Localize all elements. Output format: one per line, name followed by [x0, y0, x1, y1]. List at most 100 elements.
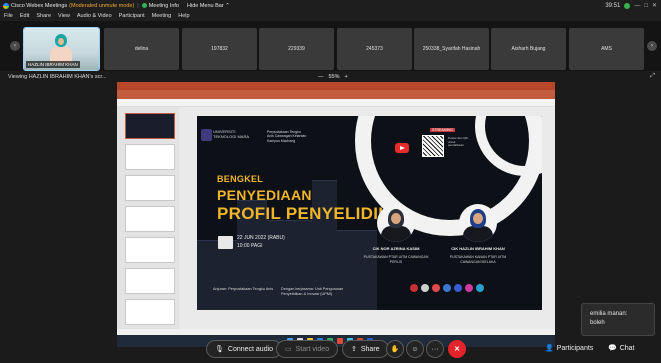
participant-tile[interactable]: 250338_Syarifah Hasinah — [414, 28, 489, 70]
hide-menu-label: Hide Menu Bar ⌃ — [187, 2, 230, 9]
participant-video — [50, 34, 72, 64]
slide-poster: UNIVERSITI TEKNOLOGI MARA Perpustakaan T… — [197, 116, 542, 310]
menu-meeting[interactable]: Meeting — [152, 13, 172, 19]
menu-bar: File Edit Share View Audio & Video Parti… — [0, 11, 661, 21]
slide-thumbnail — [125, 206, 175, 232]
participant-tile[interactable]: 197832 — [182, 28, 257, 70]
uitm-crest-icon — [201, 129, 212, 141]
chevron-right-icon: › — [651, 43, 653, 49]
hide-menu-bar-button[interactable]: Hide Menu Bar ⌃ — [187, 3, 230, 9]
slide-thumbnails — [117, 107, 179, 329]
participant-name: 229339 — [288, 46, 305, 52]
powerpoint-toolbar — [117, 99, 555, 107]
slide-thumbnail — [125, 144, 175, 170]
chat-label: Chat — [619, 344, 635, 352]
app-title: Cisco Webex Meetings (Moderated unmute m… — [0, 2, 135, 9]
participant-name: 245373 — [366, 46, 383, 52]
leave-meeting-button[interactable]: ✕ — [448, 340, 466, 358]
slide-bengkel: BENGKEL — [217, 174, 264, 184]
shared-screen: UNIVERSITI TEKNOLOGI MARA Perpustakaan T… — [117, 82, 555, 347]
participant-strip: ‹ HAZLIN IBRAHIM KHAN delina 197832 2293… — [0, 21, 661, 71]
meeting-info-button[interactable]: Meeting Info — [141, 2, 179, 9]
connect-audio-button[interactable]: 🎙 Connect audio — [206, 340, 283, 358]
participant-tile[interactable]: 245373 — [337, 28, 412, 70]
mic-icon: 🎙 — [215, 346, 224, 353]
share-button[interactable]: ⇪ Share — [342, 340, 389, 358]
partner-logos — [410, 284, 484, 292]
menu-edit[interactable]: Edit — [20, 13, 29, 19]
speaker2-photo — [459, 204, 497, 242]
zoom-level[interactable]: 55% — [329, 74, 340, 80]
participant-tile-hazlin[interactable]: HAZLIN IBRAHIM KHAN — [23, 27, 100, 71]
title-bar: Cisco Webex Meetings (Moderated unmute m… — [0, 0, 661, 11]
participant-name: delina — [134, 46, 149, 52]
moderated-mode-label: (Moderated unmute mode) — [69, 2, 135, 9]
calendar-icon — [218, 236, 233, 249]
title-separator: | — [137, 2, 139, 9]
start-video-label: Start video — [295, 345, 330, 353]
share-label: Share — [360, 345, 380, 353]
speaker1-name: CIK NOR AZRINA KASIM — [372, 246, 420, 251]
strip-next-button[interactable]: › — [647, 41, 657, 51]
participants-label: Participants — [556, 344, 594, 352]
close-button[interactable]: ✕ — [652, 2, 657, 9]
powerpoint-title-bar — [117, 82, 555, 90]
slide-time: 10:00 PAGI — [237, 242, 263, 249]
speaker1-photo — [377, 204, 415, 242]
reactions-button[interactable]: ☺ — [406, 340, 424, 358]
participant-name: AMS — [601, 46, 612, 52]
menu-file[interactable]: File — [4, 13, 13, 19]
viewing-bar: Viewing HAZLIN IBRAHIM KHAN's scr... — 5… — [0, 71, 661, 82]
zoom-control: — 55% + — [318, 74, 348, 80]
slide-library: Perpustakaan Tengku Anis Cawangan Kelant… — [267, 130, 307, 143]
participant-tile[interactable]: AMS — [569, 28, 644, 70]
chat-button[interactable]: 💬 Chat — [608, 344, 635, 353]
speaker2-name: CIK HAZLIN IBRAHIM KHAN — [451, 246, 505, 251]
app-name: Cisco Webex Meetings — [11, 2, 68, 9]
streaming-badge: STREAMING — [430, 128, 455, 132]
slide-thumbnail — [125, 113, 175, 139]
qr-code — [422, 135, 444, 157]
viewing-label[interactable]: Viewing HAZLIN IBRAHIM KHAN's scr... — [0, 74, 106, 80]
minimize-button[interactable]: — — [634, 3, 640, 9]
participant-tile[interactable]: delina — [104, 28, 179, 70]
chat-message: boleh — [590, 320, 605, 326]
fullscreen-icon[interactable]: ⤢ — [650, 73, 655, 80]
maximize-button[interactable]: □ — [644, 3, 648, 9]
slide-datetime: 22 JUN 2022 (RABU) 10:00 PAGI — [237, 235, 285, 250]
chat-notification[interactable]: emilia manan: boleh — [581, 303, 655, 336]
strip-prev-button[interactable]: ‹ — [10, 41, 20, 51]
zoom-out-button[interactable]: — — [318, 74, 324, 80]
participant-tile[interactable]: 229339 — [259, 28, 334, 70]
chat-sender: emilia manan: — [590, 311, 628, 317]
more-options-button[interactable]: ··· — [426, 340, 444, 358]
slide-anjuran: Anjuran: Perpustakaan Tengku Anis — [213, 287, 274, 291]
powerpoint-ribbon — [117, 90, 555, 99]
menu-audio-video[interactable]: Audio & Video — [77, 13, 112, 19]
zoom-in-button[interactable]: + — [345, 74, 348, 80]
participants-button[interactable]: 👤 Participants — [545, 344, 594, 353]
connection-status-icon — [624, 2, 631, 9]
smile-icon: ☺ — [411, 345, 419, 353]
menu-participant[interactable]: Participant — [119, 13, 145, 19]
webex-logo-icon — [3, 2, 9, 9]
qr-text: Poster dan QR untuk pendaftaran — [448, 136, 468, 148]
menu-help[interactable]: Help — [178, 13, 189, 19]
chat-bubble-icon: 💬 — [608, 345, 617, 352]
meeting-info-label: Meeting Info — [148, 2, 179, 9]
slide-university: UNIVERSITI TEKNOLOGI MARA — [213, 129, 250, 139]
more-icon: ··· — [431, 345, 439, 353]
connect-audio-label: Connect audio — [227, 345, 274, 353]
menu-share[interactable]: Share — [36, 13, 51, 19]
slide-profil: PROFIL PENYELIDIK — [217, 204, 391, 223]
close-icon: ✕ — [454, 346, 460, 353]
shield-icon — [141, 3, 147, 8]
slide-thumbnail — [125, 175, 175, 201]
start-video-button[interactable]: ▭ Start video — [276, 340, 339, 358]
speaker1-role: PUSTAKAWAN PTAR UiTM CAWANGAN PERLIS — [363, 255, 429, 264]
participant-tile[interactable]: Aisharh Bujang — [491, 28, 566, 70]
raise-hand-button[interactable]: ✋ — [386, 340, 404, 358]
meeting-timer: 39:51 — [605, 2, 621, 9]
person-icon: 👤 — [545, 345, 554, 352]
menu-view[interactable]: View — [58, 13, 70, 19]
